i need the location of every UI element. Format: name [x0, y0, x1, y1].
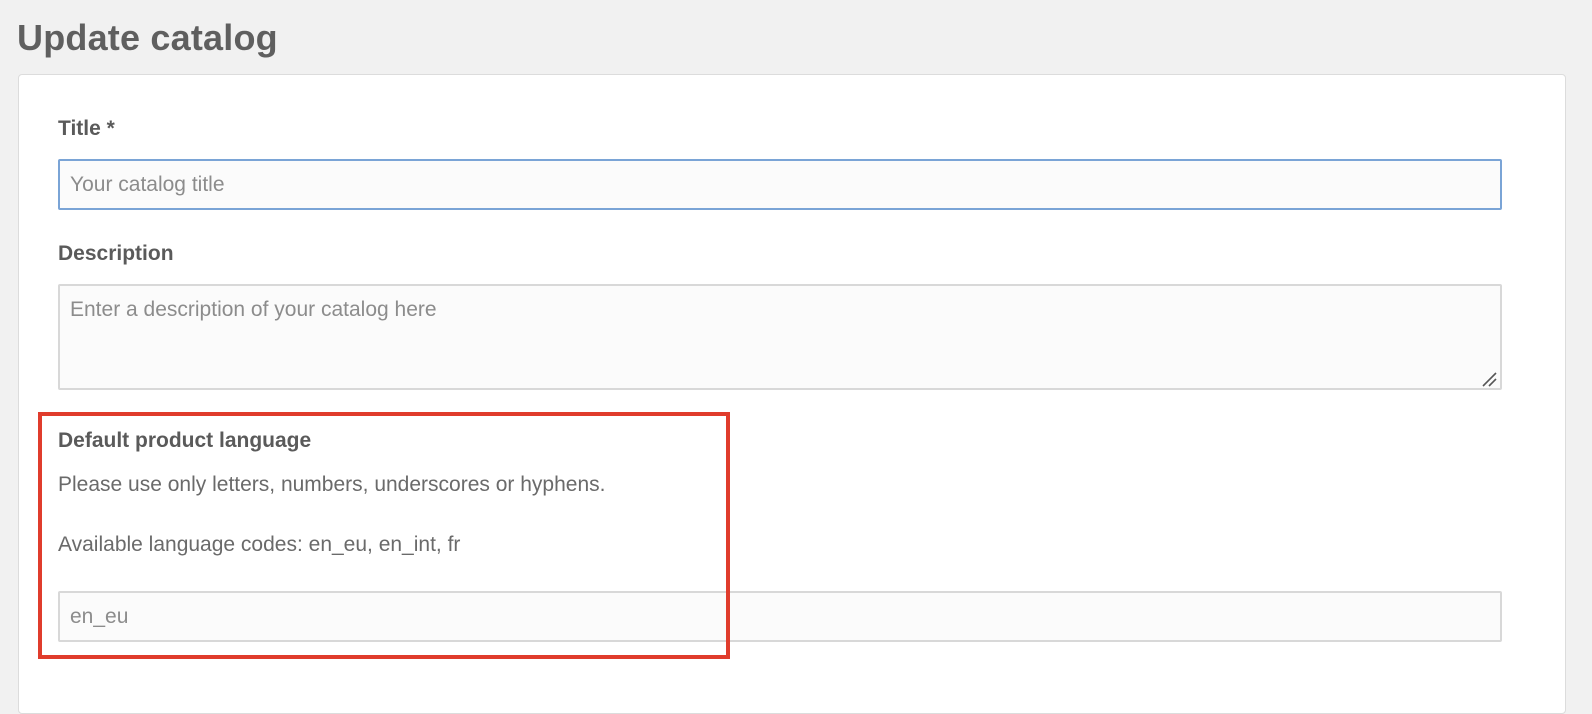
language-help-text: Please use only letters, numbers, unders…	[58, 473, 606, 496]
resize-handle-icon[interactable]	[1481, 371, 1497, 387]
title-input[interactable]	[58, 159, 1502, 210]
description-label: Description	[58, 242, 174, 265]
description-textarea[interactable]	[58, 284, 1502, 390]
title-label: Title *	[58, 117, 115, 140]
language-label: Default product language	[58, 429, 312, 452]
page-title: Update catalog	[17, 17, 278, 58]
available-codes-text: Available language codes: en_eu, en_int,…	[58, 533, 461, 556]
language-input[interactable]	[58, 591, 1502, 642]
